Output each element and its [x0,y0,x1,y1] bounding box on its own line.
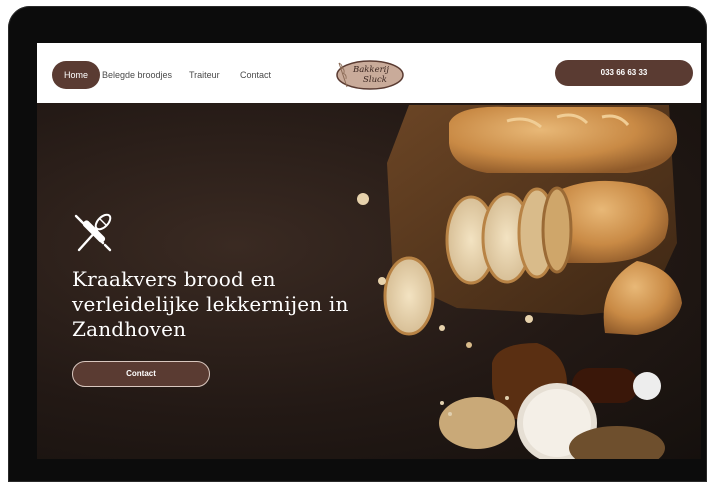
logo-text-line2: Sluck [363,75,387,85]
site-header: Home Belegde broodjes Traiteur Contact B… [37,43,701,103]
device-frame: Home Belegde broodjes Traiteur Contact B… [8,6,707,482]
nav-item-traiteur[interactable]: Traiteur [189,61,220,89]
hero-contact-button[interactable]: Contact [72,361,210,387]
website-screen: Home Belegde broodjes Traiteur Contact B… [37,43,701,459]
hero-title: Kraakvers brood en verleidelijke lekkern… [72,267,349,341]
phone-button[interactable]: 033 66 63 33 [555,60,693,86]
hero-section: Kraakvers brood en verleidelijke lekkern… [37,103,701,459]
logo-text-line1: Bakkerij [352,65,389,75]
rolling-pin-whisk-icon [74,213,112,252]
logo[interactable]: Bakkerij Sluck [333,57,405,91]
nav-item-contact[interactable]: Contact [240,61,271,89]
nav-home-button[interactable]: Home [52,61,101,89]
nav-item-belegde-broodjes[interactable]: Belegde broodjes [102,61,172,89]
